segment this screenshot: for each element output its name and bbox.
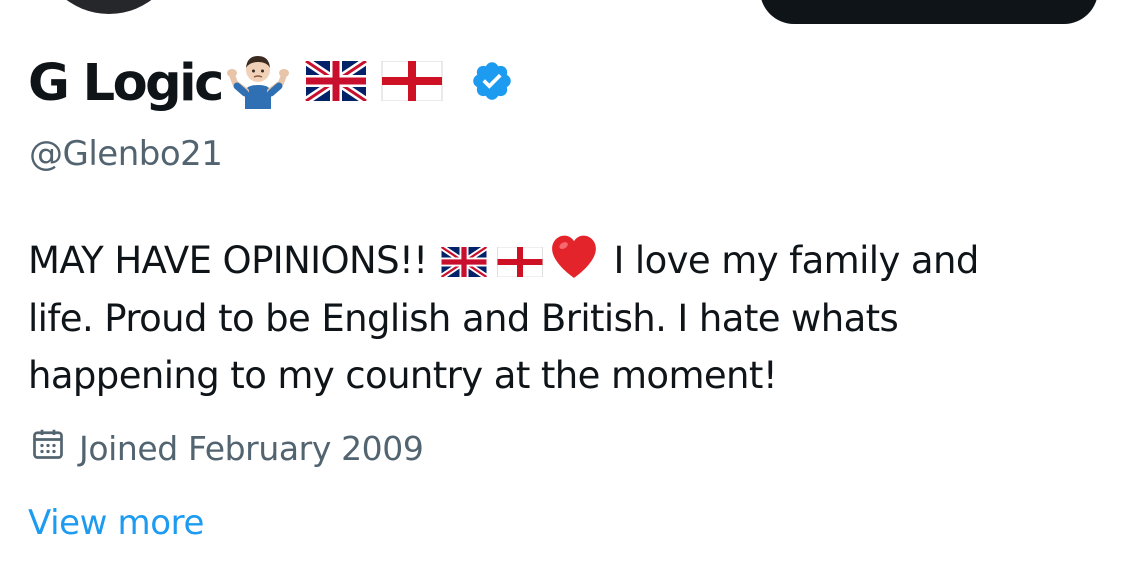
bio-line: happening to my country at the moment!: [28, 354, 778, 397]
flag-england-emoji: [497, 236, 544, 294]
join-date-text: Joined February 2009: [79, 428, 424, 468]
flag-united-kingdom-emoji: [440, 236, 489, 294]
profile-name-row: G Logic: [28, 50, 514, 116]
calendar-icon: [30, 426, 66, 470]
edit-profile-button[interactable]: [760, 0, 1098, 24]
bio-text-end: I love my family and: [613, 239, 979, 282]
profile-bio: MAY HAVE OPINIONS!! I love my family and …: [28, 232, 1088, 405]
avatar[interactable]: [38, 0, 180, 14]
username-handle: @Glenbo21: [29, 134, 223, 174]
bio-line: MAY HAVE OPINIONS!! I love my family and: [28, 232, 1088, 290]
bio-text-start: MAY HAVE OPINIONS!!: [28, 239, 428, 282]
flag-england-emoji: [381, 60, 443, 105]
verified-badge-icon[interactable]: [470, 59, 514, 107]
join-date: Joined February 2009: [30, 426, 424, 470]
view-more-link[interactable]: View more: [28, 503, 204, 543]
bio-line: life. Proud to be English and British. I…: [28, 296, 899, 340]
display-name: G Logic: [28, 53, 224, 113]
person-shrugging-emoji: [226, 53, 289, 113]
red-heart-emoji: [549, 233, 599, 296]
flag-united-kingdom-emoji: [303, 57, 369, 105]
